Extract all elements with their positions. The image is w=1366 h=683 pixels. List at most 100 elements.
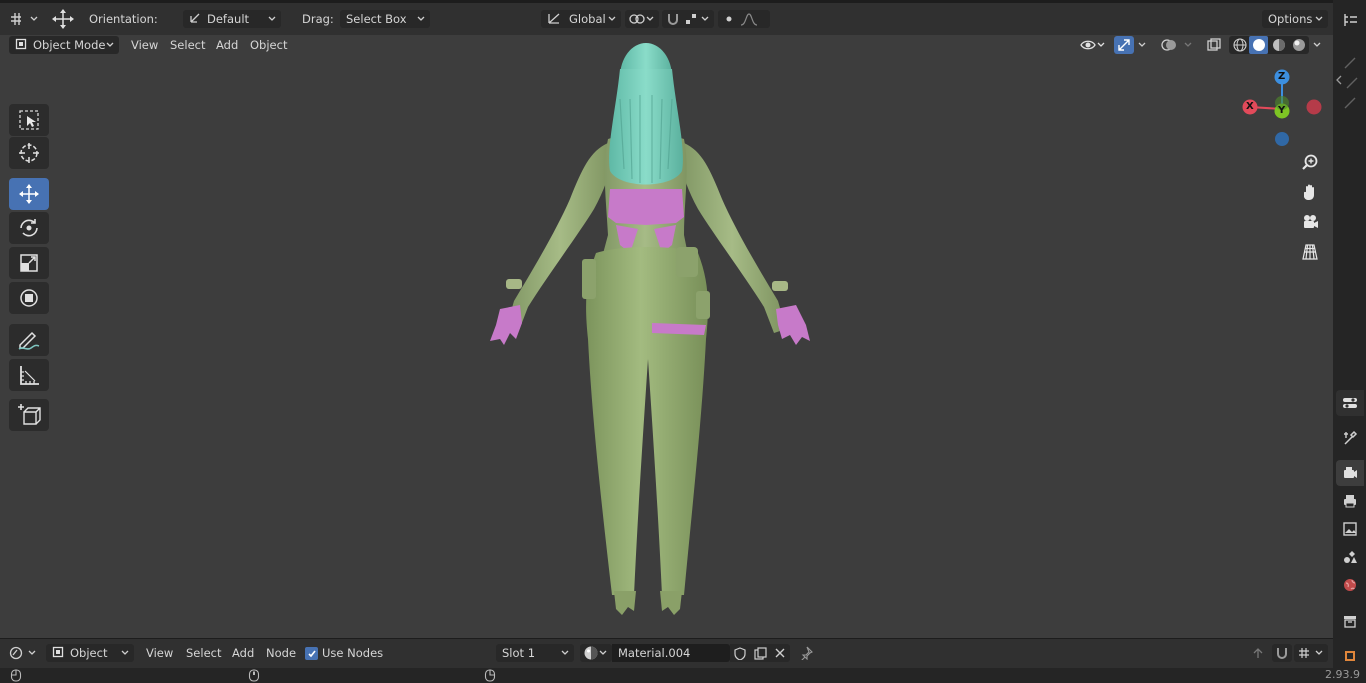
wireframe-shading-button[interactable] [1230, 36, 1249, 54]
visibility-dropdown[interactable] [1078, 36, 1108, 54]
material-browse-button[interactable] [580, 644, 612, 662]
shader-editor-header: Object View Select Add Node Use Nodes Sl… [0, 638, 1333, 668]
character-model[interactable] [470, 39, 830, 629]
use-nodes-checkbox[interactable] [305, 647, 318, 660]
material-shading-button[interactable] [1269, 36, 1288, 54]
menu-object[interactable]: Object [244, 36, 293, 54]
grid-perspective-icon [1302, 244, 1318, 260]
use-nodes-label: Use Nodes [322, 646, 384, 660]
node-menu-node[interactable]: Node [260, 644, 302, 662]
gizmo-x-label: X [1246, 101, 1254, 112]
chevron-down-icon [1315, 16, 1323, 21]
camera-view-button[interactable] [1297, 209, 1323, 235]
mode-dropdown[interactable]: Object Mode [9, 36, 119, 54]
menu-select[interactable]: Select [164, 36, 211, 54]
measure-tool[interactable] [9, 359, 49, 391]
material-name-field[interactable]: Material.004 [612, 644, 730, 662]
outliner-icon[interactable] [1337, 10, 1363, 30]
editor-type-icon[interactable] [8, 9, 40, 29]
chevron-down-icon [1184, 42, 1192, 47]
zoom-button[interactable] [1297, 149, 1323, 175]
rendered-shading-button[interactable] [1289, 36, 1308, 54]
scale-tool[interactable] [9, 247, 49, 279]
material-sphere-icon [1272, 39, 1285, 51]
shader-editor-type-button[interactable] [8, 644, 40, 662]
3d-viewport[interactable]: Z X Y [0, 35, 1333, 638]
drag-dropdown[interactable]: Select Box [340, 10, 430, 28]
magnet-icon [668, 14, 678, 25]
slot-dropdown[interactable]: Slot 1 [496, 644, 574, 662]
chevron-down-icon [106, 42, 114, 47]
select-box-tool[interactable] [9, 104, 49, 136]
pan-button[interactable] [1297, 179, 1323, 205]
options-dropdown[interactable]: Options [1262, 10, 1328, 28]
shader-type-dropdown[interactable]: Object [46, 644, 134, 662]
perspective-toggle-button[interactable] [1297, 239, 1323, 265]
add-cube-tool[interactable] [9, 399, 49, 431]
duplicate-icon [753, 646, 767, 660]
node-menu-select[interactable]: Select [180, 644, 227, 662]
object-orange-icon [1345, 651, 1355, 661]
orientation-icon [189, 12, 201, 27]
move-tool-icon[interactable] [50, 8, 76, 30]
fake-user-button[interactable] [730, 644, 750, 662]
render-camera-icon [1344, 467, 1357, 478]
unlink-material-button[interactable] [770, 644, 790, 662]
solid-sphere-icon [1252, 39, 1265, 51]
transform-tool[interactable] [9, 282, 49, 314]
shading-mode-group [1229, 36, 1309, 54]
status-bar: 2.93.9 [0, 668, 1366, 683]
shading-dropdown[interactable] [1310, 36, 1324, 54]
image-layer-icon [1343, 522, 1357, 536]
proportional-edit-toggle[interactable] [718, 10, 770, 28]
cursor-tool[interactable] [9, 137, 49, 169]
tool-settings-tab[interactable] [1336, 390, 1364, 416]
cursor-icon [19, 143, 39, 163]
overlays-dropdown[interactable] [1181, 36, 1195, 54]
move-tool[interactable] [9, 178, 49, 210]
menu-view[interactable]: View [125, 36, 164, 54]
world-globe-icon [1344, 579, 1356, 591]
dimmed-tool-icons [1341, 54, 1361, 114]
overlays-toggle[interactable] [1158, 36, 1180, 54]
transform-orientation-dropdown[interactable]: Global [541, 10, 621, 28]
gizmo-z-label: Z [1278, 71, 1286, 82]
collection-properties-tab[interactable] [1336, 608, 1364, 634]
solid-shading-button[interactable] [1249, 36, 1268, 54]
menu-add[interactable]: Add [210, 36, 244, 54]
pivot-point-dropdown[interactable] [625, 10, 659, 28]
new-material-button[interactable] [750, 644, 770, 662]
node-snap-dropdown[interactable] [1294, 644, 1328, 662]
view-layer-properties-tab[interactable] [1336, 516, 1364, 542]
viewport-header: Object Mode View Select Add Object [0, 35, 1333, 55]
gizmo-dropdown[interactable] [1135, 36, 1149, 54]
chevron-down-icon [1313, 42, 1321, 47]
scene-properties-tab[interactable] [1336, 544, 1364, 570]
transform-space-value: Global [569, 12, 606, 26]
printer-icon [1344, 495, 1356, 508]
render-properties-tab[interactable] [1336, 460, 1364, 486]
material-name-value: Material.004 [618, 646, 691, 660]
node-menu-view[interactable]: View [140, 644, 179, 662]
gizmo-toggle[interactable] [1114, 36, 1134, 54]
orientation-dropdown[interactable]: Default [183, 10, 281, 28]
tool-properties-tab[interactable] [1336, 425, 1364, 451]
annotate-tool[interactable] [9, 324, 49, 356]
snap-grid-icon [1299, 648, 1309, 658]
annotate-pencil-icon [18, 331, 40, 350]
drag-label: Drag: [302, 12, 334, 26]
node-snap-toggle[interactable] [1272, 644, 1292, 662]
parent-node-tree-button[interactable] [1248, 644, 1268, 662]
scene-shapes-icon [1344, 551, 1357, 563]
snap-toggle[interactable] [662, 10, 714, 28]
wireframe-sphere-icon [1232, 38, 1247, 52]
output-properties-tab[interactable] [1336, 488, 1364, 514]
world-properties-tab[interactable] [1336, 572, 1364, 598]
node-menu-add[interactable]: Add [226, 644, 260, 662]
pin-button[interactable] [796, 644, 816, 662]
checkmark-icon [307, 650, 316, 657]
xray-toggle[interactable] [1203, 36, 1225, 54]
add-cube-icon [18, 404, 41, 425]
rotate-tool[interactable] [9, 212, 49, 244]
snap-increment-icon [686, 14, 696, 24]
